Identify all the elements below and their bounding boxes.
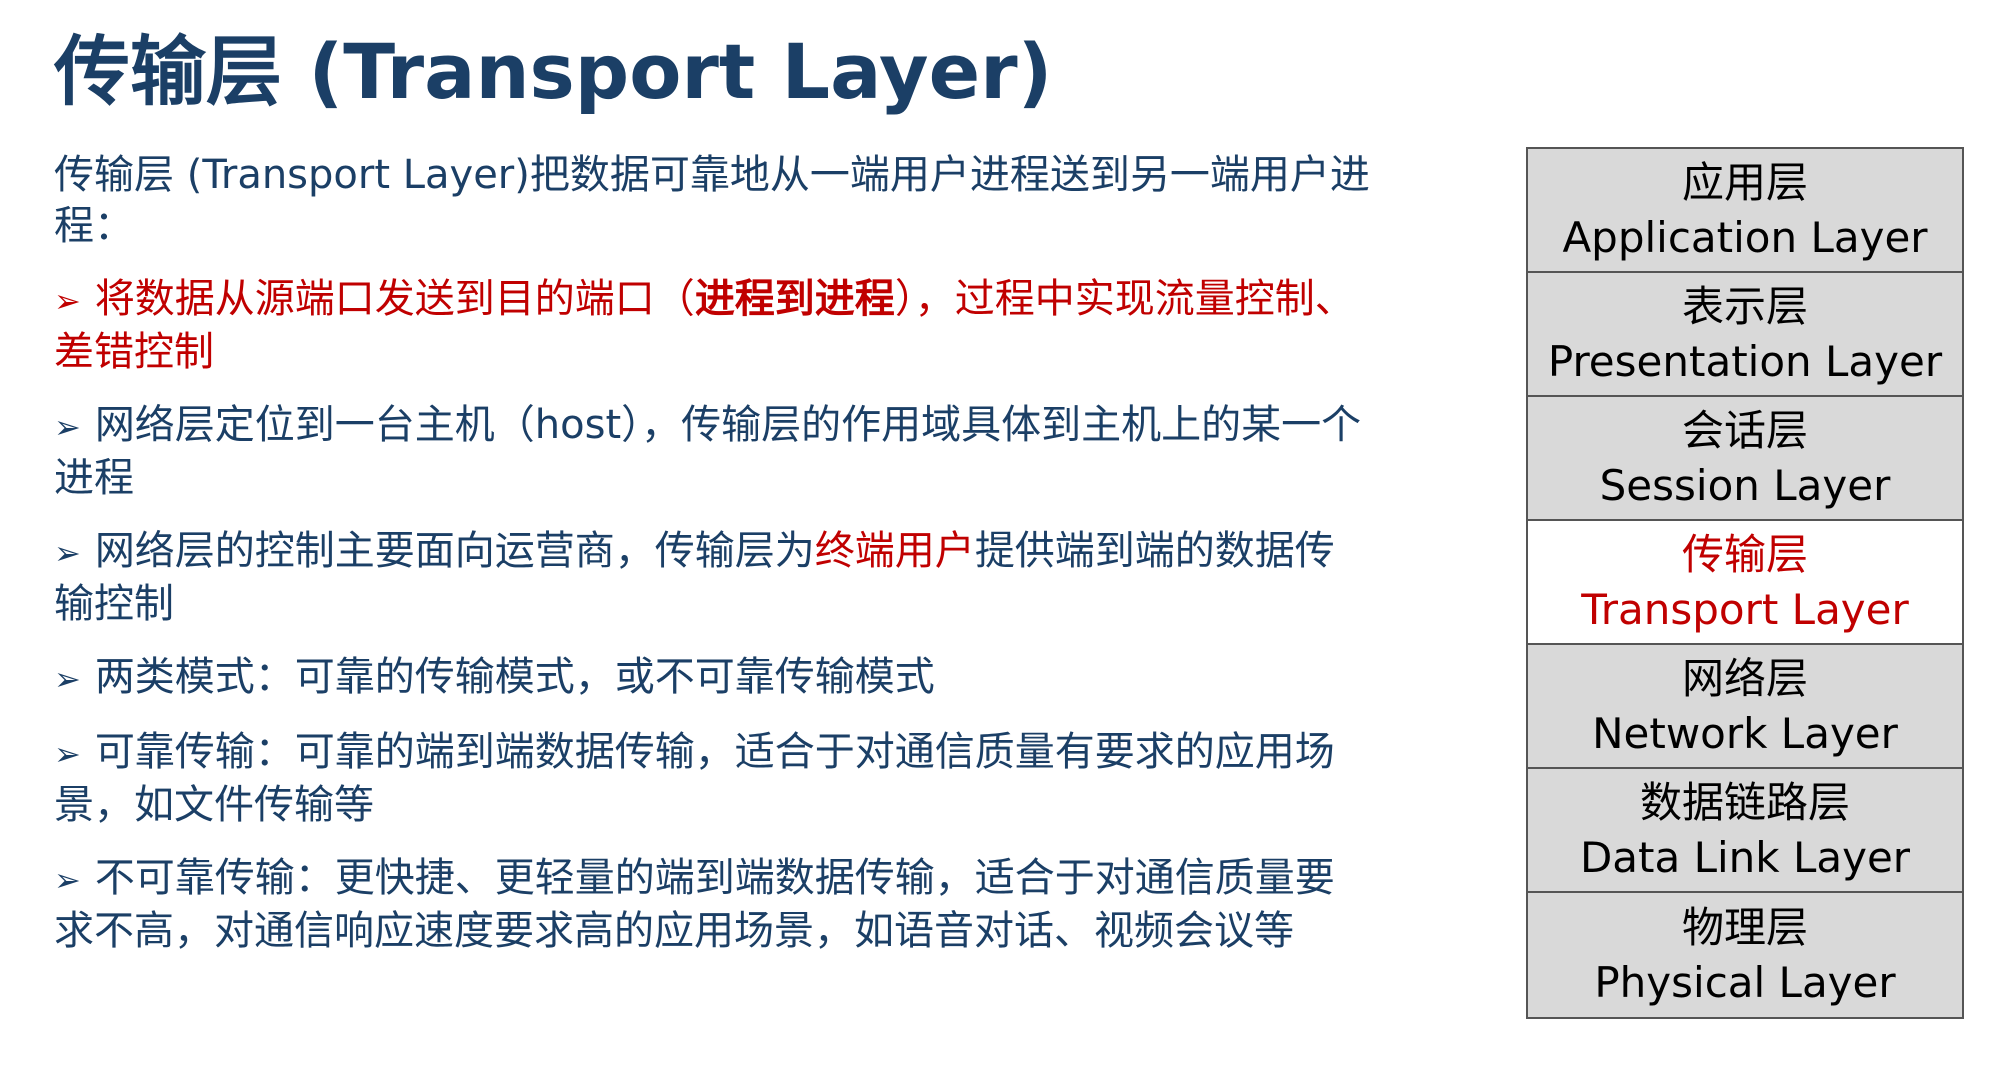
layer-name-cn: 数据链路层 [1639,778,1850,827]
bullet-process-to-process: ➢ 将数据从源端口发送到目的端口（进程到进程），过程中实现流量控制、差错控制 [54,274,1374,378]
bullet-emphasis: 进程到进程 [694,276,895,322]
layer-name-cn: 应用层 [1681,158,1808,207]
bullet-text: 两类模式：可靠的传输模式，或不可靠传输模式 [94,654,935,700]
layer-name-cn: 物理层 [1681,903,1808,952]
layer-name-en: Session Layer [1599,461,1891,510]
osi-layer-session: 会话层 Session Layer [1528,397,1962,521]
bullet-arrow-icon: ➢ [54,735,81,773]
layer-name-cn: 网络层 [1681,654,1808,703]
layer-name-cn: 传输层 [1681,530,1808,579]
layer-name-cn: 会话层 [1681,406,1808,455]
osi-layer-network: 网络层 Network Layer [1528,645,1962,769]
osi-layer-physical: 物理层 Physical Layer [1528,893,1962,1017]
bullet-arrow-icon: ➢ [54,408,81,446]
layer-name-en: Network Layer [1592,709,1898,758]
layer-name-en: Application Layer [1562,213,1928,262]
layer-name-en: Presentation Layer [1547,337,1943,386]
osi-layer-transport: 传输层 Transport Layer [1528,521,1962,645]
bullet-arrow-icon: ➢ [54,534,81,572]
osi-layer-data-link: 数据链路层 Data Link Layer [1528,769,1962,893]
content-body: 传输层 (Transport Layer)把数据可靠地从一端用户进程送到另一端用… [54,150,1374,979]
osi-layer-application: 应用层 Application Layer [1528,149,1962,273]
layer-name-en: Physical Layer [1594,958,1896,1007]
bullet-arrow-icon: ➢ [54,861,81,899]
osi-layer-presentation: 表示层 Presentation Layer [1528,273,1962,397]
layer-name-en: Transport Layer [1581,585,1909,634]
bullet-unreliable: ➢ 不可靠传输：更快捷、更轻量的端到端数据传输，适合于对通信质量要求不高，对通信响… [54,853,1374,957]
bullet-highlight: 终端用户 [814,528,975,574]
slide-title: 传输层 (Transport Layer) [54,27,1053,116]
bullet-text: 网络层的控制主要面向运营商，传输层为 [94,528,815,574]
layer-name-en: Data Link Layer [1579,833,1911,882]
bullet-text: 网络层定位到一台主机（host），传输层的作用域具体到主机上的某一个进程 [54,402,1362,501]
bullet-host-vs-process: ➢ 网络层定位到一台主机（host），传输层的作用域具体到主机上的某一个进程 [54,400,1374,504]
bullet-two-modes: ➢ 两类模式：可靠的传输模式，或不可靠传输模式 [54,652,1374,705]
bullet-arrow-icon: ➢ [54,660,81,698]
osi-layer-stack: 应用层 Application Layer 表示层 Presentation L… [1526,147,1964,1019]
intro-paragraph: 传输层 (Transport Layer)把数据可靠地从一端用户进程送到另一端用… [54,152,1370,249]
bullet-text: 不可靠传输：更快捷、更轻量的端到端数据传输，适合于对通信质量要求不高，对通信响应… [54,855,1335,954]
bullet-text: 将数据从源端口发送到目的端口（ [94,276,695,322]
bullet-end-user: ➢ 网络层的控制主要面向运营商，传输层为终端用户提供端到端的数据传输控制 [54,526,1374,630]
bullet-text: 可靠传输：可靠的端到端数据传输，适合于对通信质量有要求的应用场景，如文件传输等 [54,729,1335,828]
layer-name-cn: 表示层 [1681,282,1808,331]
bullet-arrow-icon: ➢ [54,282,81,320]
bullet-reliable: ➢ 可靠传输：可靠的端到端数据传输，适合于对通信质量有要求的应用场景，如文件传输等 [54,727,1374,831]
